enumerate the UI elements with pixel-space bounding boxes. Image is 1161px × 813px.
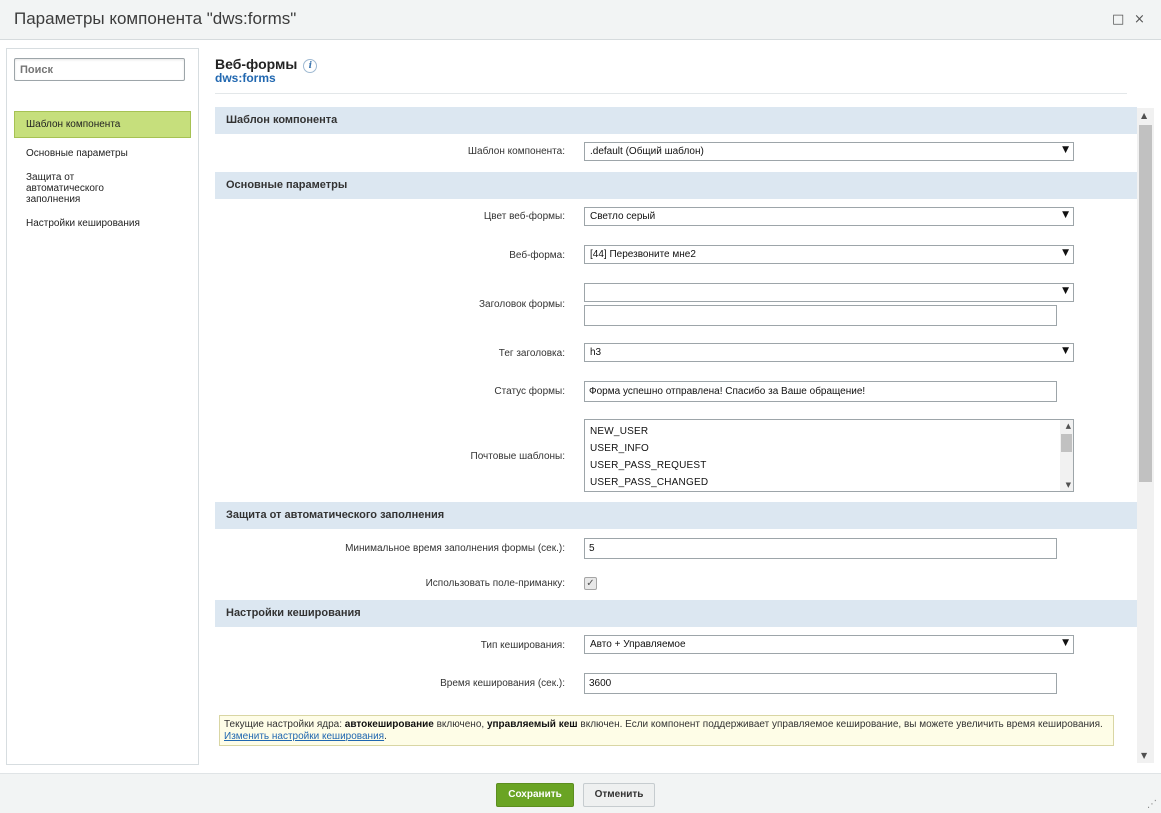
check-icon: ✓ [586,578,595,589]
save-button[interactable]: Сохранить [496,783,574,807]
tag-label: Тег заголовка: [498,348,565,359]
heading-select[interactable]: ▼ [584,283,1074,302]
info-icon[interactable]: i [303,59,318,73]
listbox-scroll-thumb[interactable] [1061,434,1072,452]
sidebar-item-cache[interactable]: Настройки кеширования [14,218,191,229]
scroll-down-icon[interactable]: ▼ [1066,481,1071,489]
main-scroll-thumb[interactable] [1139,125,1152,482]
window-title: Параметры компонента "dws:forms" [14,9,297,28]
form-select[interactable]: [44] Перезвоните мне2 ▼ [584,245,1074,264]
close-icon[interactable]: × [1134,12,1145,27]
search-input[interactable] [14,58,185,81]
chevron-down-icon: ▼ [1062,210,1069,220]
sidebar-item-main-params[interactable]: Основные параметры [14,148,191,159]
sidebar-item-antispam[interactable]: Защита от автоматического заполнения [14,172,164,205]
chevron-down-icon: ▼ [1062,638,1069,648]
section-cache-title: Настройки кеширования [215,600,1137,627]
section-antispam-title: Защита от автоматического заполнения [215,502,1137,529]
honeypot-label: Использовать поле-приманку: [425,578,565,589]
note-text: . [384,731,387,742]
template-select-value: .default (Общий шаблон) [590,146,704,157]
honeypot-checkbox[interactable]: ✓ [584,577,597,590]
change-cache-settings-link[interactable]: Изменить настройки кеширования [224,731,384,742]
cache-type-select[interactable]: Авто + Управляемое ▼ [584,635,1074,654]
note-text: включен. Если компонент поддерживает упр… [577,719,1103,730]
cache-note: Текущие настройки ядра: автокеширование … [219,715,1114,746]
chevron-down-icon: ▼ [1062,248,1069,258]
component-code: dws:forms [215,71,276,85]
list-item[interactable]: USER_PASS_REQUEST [585,457,1073,474]
resize-grip-icon[interactable]: ⋰ [1147,799,1157,810]
window-titlebar: Параметры компонента "dws:forms" □ × [0,0,1161,40]
sidebar: Шаблон компонента Основные параметры Защ… [6,48,199,765]
color-select[interactable]: Светло серый ▼ [584,207,1074,226]
note-bold-autocache: автокеширование [344,719,434,730]
status-label: Статус формы: [494,386,565,397]
min-time-input[interactable]: 5 [584,538,1057,559]
listbox-scrollbar[interactable]: ▲ ▼ [1060,420,1073,491]
color-select-value: Светло серый [590,211,656,222]
maximize-icon[interactable]: □ [1112,12,1124,27]
scroll-up-icon[interactable]: ▲ [1141,111,1147,120]
form-label: Веб-форма: [509,250,565,261]
form-select-value: [44] Перезвоните мне2 [590,249,696,260]
color-label: Цвет веб-формы: [483,211,565,222]
list-item[interactable]: USER_INFO [585,440,1073,457]
status-input[interactable]: Форма успешно отправлена! Спасибо за Ваш… [584,381,1057,402]
cache-time-input[interactable]: 3600 [584,673,1057,694]
tag-select[interactable]: h3 ▼ [584,343,1074,362]
params-content: Шаблон компонента Шаблон компонента: .de… [215,107,1137,762]
header-divider [215,93,1127,94]
scroll-down-icon[interactable]: ▼ [1141,751,1147,760]
template-label: Шаблон компонента: [467,146,565,157]
chevron-down-icon: ▼ [1062,286,1069,296]
section-main-title: Основные параметры [215,172,1137,199]
component-name-text: Веб-формы [215,56,298,72]
chevron-down-icon: ▼ [1062,145,1069,155]
chevron-down-icon: ▼ [1062,346,1069,356]
heading-input[interactable] [584,305,1057,326]
sidebar-nav: Шаблон компонента Основные параметры Защ… [14,111,191,229]
cache-type-label: Тип кеширования: [480,640,565,651]
main-scrollbar[interactable]: ▲ ▼ [1137,108,1154,763]
template-select[interactable]: .default (Общий шаблон) ▼ [584,142,1074,161]
mail-templates-label: Почтовые шаблоны: [470,451,565,462]
cache-type-select-value: Авто + Управляемое [590,639,686,650]
list-item[interactable]: NEW_USER [585,423,1073,440]
dialog-footer: Сохранить Отменить ⋰ [0,773,1161,813]
heading-label: Заголовок формы: [479,299,565,310]
cancel-button[interactable]: Отменить [583,783,655,807]
mail-templates-listbox[interactable]: NEW_USER USER_INFO USER_PASS_REQUEST USE… [584,419,1074,492]
cache-time-label: Время кеширования (сек.): [440,678,565,689]
list-item[interactable]: USER_PASS_CHANGED [585,474,1073,491]
note-text: включено, [433,719,487,730]
sidebar-item-template[interactable]: Шаблон компонента [14,111,191,138]
note-bold-managed: управляемый кеш [486,719,578,730]
scroll-up-icon[interactable]: ▲ [1066,422,1071,430]
section-template-title: Шаблон компонента [215,107,1137,134]
note-text: Текущие настройки ядра: [224,719,345,730]
tag-select-value: h3 [590,347,602,358]
main-panel: Веб-формы i dws:forms Шаблон компонента Ш… [215,48,1155,766]
min-time-label: Минимальное время заполнения формы (сек.… [345,543,565,554]
